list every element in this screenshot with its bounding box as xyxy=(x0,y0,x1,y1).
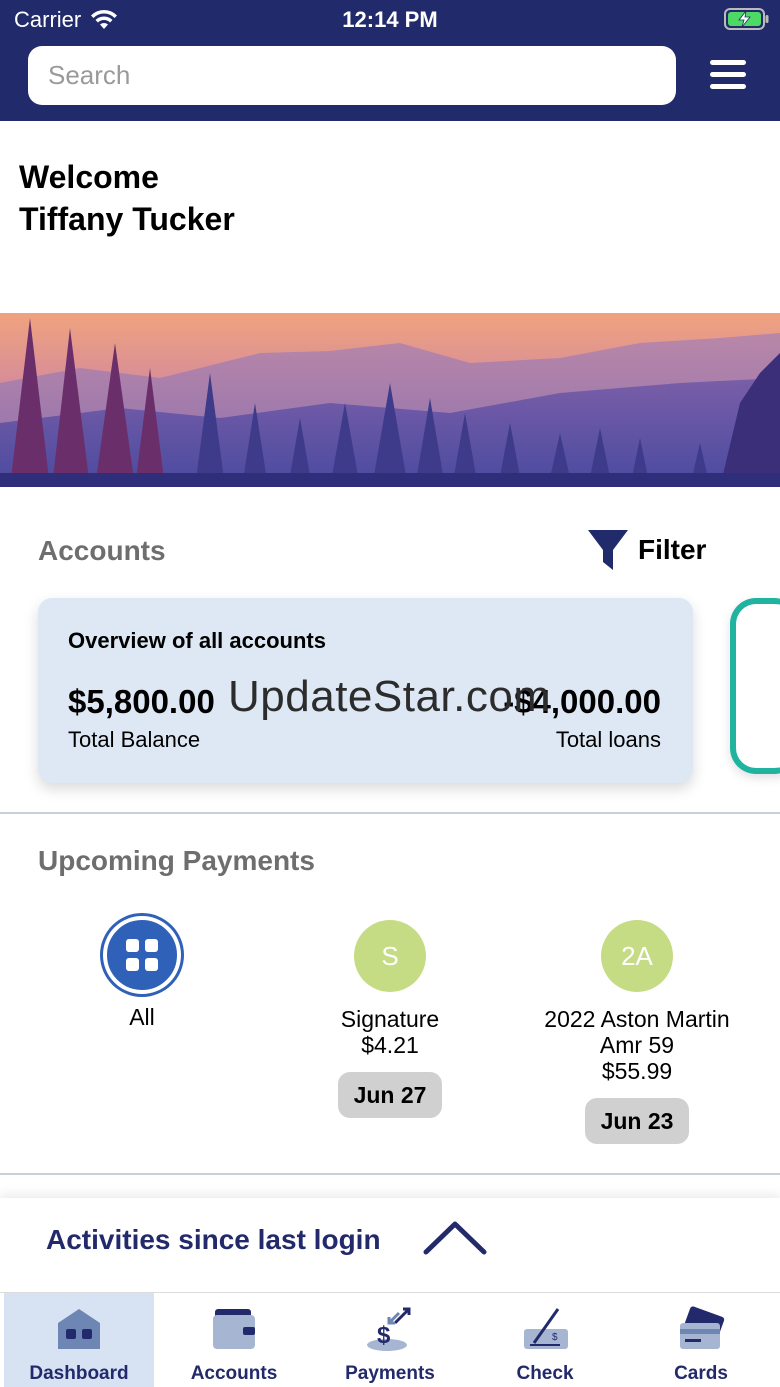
bottom-tab-bar: Dashboard Accounts $ Payments $ Check Ca… xyxy=(0,1292,780,1387)
payment-amount: $55.99 xyxy=(601,1058,673,1084)
payment-name-line2: Amr 59 xyxy=(599,1032,675,1058)
grid-icon xyxy=(103,916,181,994)
payment-date-badge: Jun 27 xyxy=(337,1072,443,1118)
svg-text:$: $ xyxy=(552,1332,558,1343)
payment-date-badge: Jun 23 xyxy=(584,1098,690,1144)
tab-accounts[interactable]: Accounts xyxy=(159,1293,309,1387)
hamburger-menu-icon[interactable] xyxy=(708,58,750,92)
payment-name: Signature xyxy=(340,1006,440,1032)
tab-label: Accounts xyxy=(190,1363,278,1384)
welcome-label: Welcome xyxy=(19,159,159,195)
overview-title: Overview of all accounts xyxy=(68,628,326,653)
sunset-forest-banner xyxy=(0,313,780,487)
filter-label: Filter xyxy=(638,534,707,565)
upcoming-payments-heading: Upcoming Payments xyxy=(38,845,315,876)
tab-check[interactable]: $ Check xyxy=(470,1293,620,1387)
battery-charging-icon xyxy=(724,8,769,30)
tab-label: Cards xyxy=(674,1363,728,1384)
svg-text:$: $ xyxy=(377,1322,391,1349)
wallet-icon xyxy=(213,1309,255,1349)
watermark-text: UpdateStar.com xyxy=(228,672,551,721)
user-name: Tiffany Tucker xyxy=(19,201,235,237)
check-deposit-icon: $ xyxy=(524,1308,568,1349)
tab-cards[interactable]: Cards xyxy=(626,1293,776,1387)
cards-icon xyxy=(680,1306,725,1349)
tab-label: Check xyxy=(516,1363,574,1384)
tab-payments[interactable]: $ Payments xyxy=(315,1293,465,1387)
app-header: Carrier 12:14 PM xyxy=(0,0,780,121)
section-divider xyxy=(0,812,780,814)
tab-dashboard[interactable]: Dashboard xyxy=(4,1293,154,1387)
payment-name-line1: 2022 Aston Martin xyxy=(544,1006,730,1032)
chevron-up-icon[interactable] xyxy=(422,1218,488,1258)
total-loans-label: Total loans xyxy=(555,727,661,752)
payment-filter-all[interactable]: All xyxy=(32,916,252,1030)
clock: 12:14 PM xyxy=(342,7,438,32)
payment-aston-martin[interactable]: 2A 2022 Aston Martin Amr 59 $55.99 Jun 2… xyxy=(527,920,747,1144)
total-balance-value: $5,800.00 xyxy=(68,683,215,720)
payment-name: All xyxy=(129,1004,155,1030)
filter-funnel-icon xyxy=(588,530,628,570)
payment-amount: $4.21 xyxy=(361,1032,419,1058)
search-input[interactable] xyxy=(28,46,676,105)
payee-avatar: 2A xyxy=(601,920,673,992)
accounts-heading: Accounts xyxy=(38,535,166,566)
payment-name: 2022 Aston Martin Amr 59 xyxy=(527,1006,747,1058)
house-icon xyxy=(58,1309,100,1349)
activities-label: Activities since last login xyxy=(46,1224,381,1255)
filter-button[interactable]: Filter xyxy=(586,528,706,572)
activities-panel-toggle[interactable]: Activities since last login xyxy=(0,1198,780,1292)
tab-label: Dashboard xyxy=(29,1363,129,1384)
welcome-greeting: Welcome Tiffany Tucker xyxy=(19,156,235,240)
section-divider xyxy=(0,1173,780,1175)
status-bar: Carrier 12:14 PM xyxy=(0,0,780,40)
payment-transfer-icon: $ xyxy=(367,1307,411,1351)
total-balance-label: Total Balance xyxy=(68,727,201,752)
payment-signature[interactable]: S Signature $4.21 Jun 27 xyxy=(280,920,500,1118)
payee-avatar: S xyxy=(354,920,426,992)
next-account-card[interactable] xyxy=(730,598,780,774)
tab-label: Payments xyxy=(345,1363,435,1384)
